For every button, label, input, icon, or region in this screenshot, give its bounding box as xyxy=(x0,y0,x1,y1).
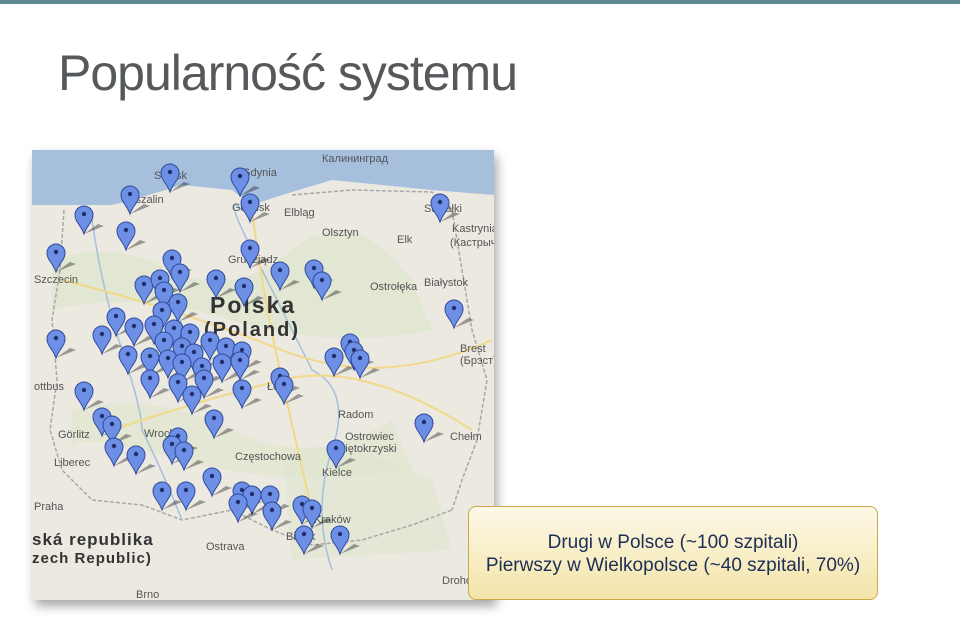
map-canvas: Slupsk Gdynia Koszalin Gdańsk Калинингра… xyxy=(32,150,494,600)
city-label: Brest xyxy=(460,343,486,355)
callout-line-1: Drugi w Polsce (~100 szpitali) xyxy=(547,532,799,553)
city-label: Ostrava xyxy=(206,541,245,553)
city-label: Chełm xyxy=(450,431,482,443)
city-label: Częstochowa xyxy=(235,451,302,463)
city-label: Praha xyxy=(34,501,64,513)
poland-map: Slupsk Gdynia Koszalin Gdańsk Калинингра… xyxy=(32,150,494,600)
neighbor-name: ská republika xyxy=(32,530,154,549)
country-name: Polska xyxy=(210,292,296,318)
callout-line-2: Pierwszy w Wielkopolsce (~40 szpitali, 7… xyxy=(485,555,861,576)
info-callout: Drugi w Polsce (~100 szpitali) Pierwszy … xyxy=(468,506,878,600)
city-label: Białystok xyxy=(424,277,469,289)
city-label: Ostrołęka xyxy=(370,281,418,293)
city-label: Görlitz xyxy=(58,429,90,441)
city-label: Kastrynia xyxy=(452,223,494,235)
city-label: (Кастрычн xyxy=(450,237,494,249)
neighbor-name-en: zech Republic) xyxy=(32,550,152,567)
slide-title: Popularność systemu xyxy=(58,45,518,101)
city-label: Elbląg xyxy=(284,207,315,219)
city-label: Brno xyxy=(136,589,159,600)
city-label: (Брэст) xyxy=(460,355,494,367)
city-label: ottbus xyxy=(34,381,64,393)
city-label: Szczecin xyxy=(34,274,78,286)
city-label: Kielce xyxy=(322,467,352,479)
city-label: Elk xyxy=(397,234,413,246)
top-accent-bar xyxy=(0,0,960,4)
city-label: Radom xyxy=(338,409,373,421)
city-label: Калининград xyxy=(322,153,389,165)
city-label: Olsztyn xyxy=(322,227,359,239)
city-label: Liberec xyxy=(54,457,91,469)
city-label: Ostrowiec xyxy=(345,431,394,443)
